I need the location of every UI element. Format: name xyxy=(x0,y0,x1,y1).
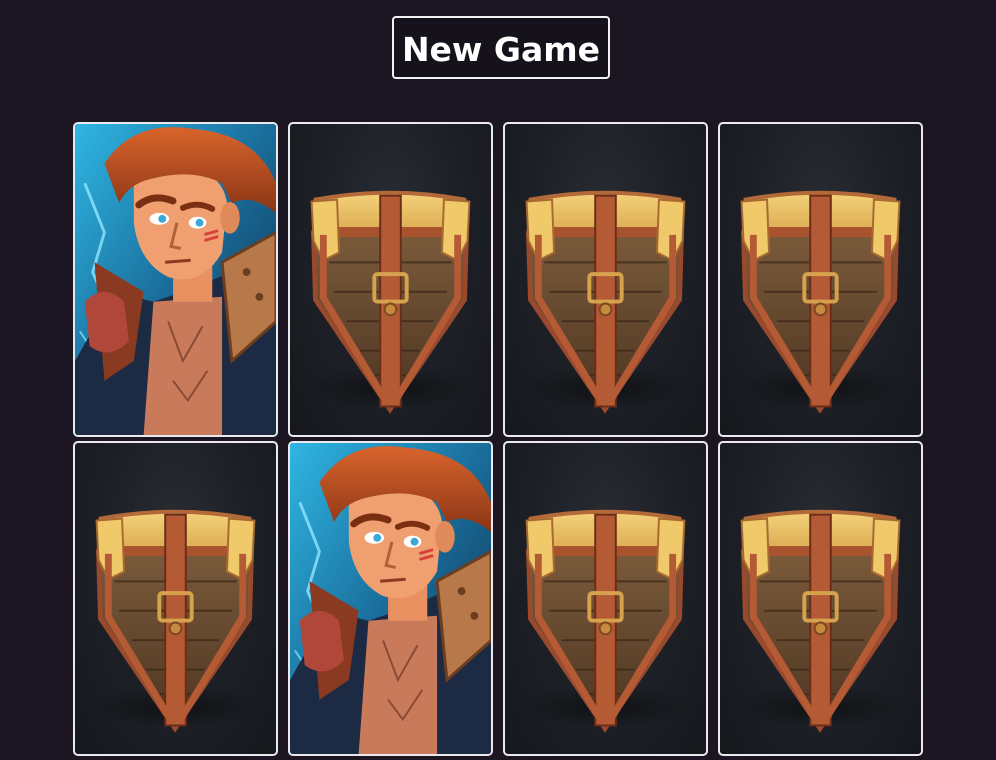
treasure-chest-icon xyxy=(75,443,276,754)
card-4-face-down[interactable] xyxy=(718,122,923,437)
card-2-face-down[interactable] xyxy=(288,122,493,437)
new-game-button[interactable]: New Game xyxy=(392,16,610,79)
card-7-face-down[interactable] xyxy=(503,441,708,756)
adventurer-portrait-icon xyxy=(290,443,491,754)
treasure-chest-icon xyxy=(505,124,706,435)
treasure-chest-icon xyxy=(720,443,921,754)
card-6-face-up[interactable] xyxy=(288,441,493,756)
card-8-face-down[interactable] xyxy=(718,441,923,756)
card-5-face-down[interactable] xyxy=(73,441,278,756)
card-board xyxy=(73,122,926,760)
card-1-face-up[interactable] xyxy=(73,122,278,437)
treasure-chest-icon xyxy=(720,124,921,435)
treasure-chest-icon xyxy=(505,443,706,754)
game-screen: New Game xyxy=(0,0,996,760)
treasure-chest-icon xyxy=(290,124,491,435)
adventurer-portrait-icon xyxy=(75,124,276,435)
card-3-face-down[interactable] xyxy=(503,122,708,437)
